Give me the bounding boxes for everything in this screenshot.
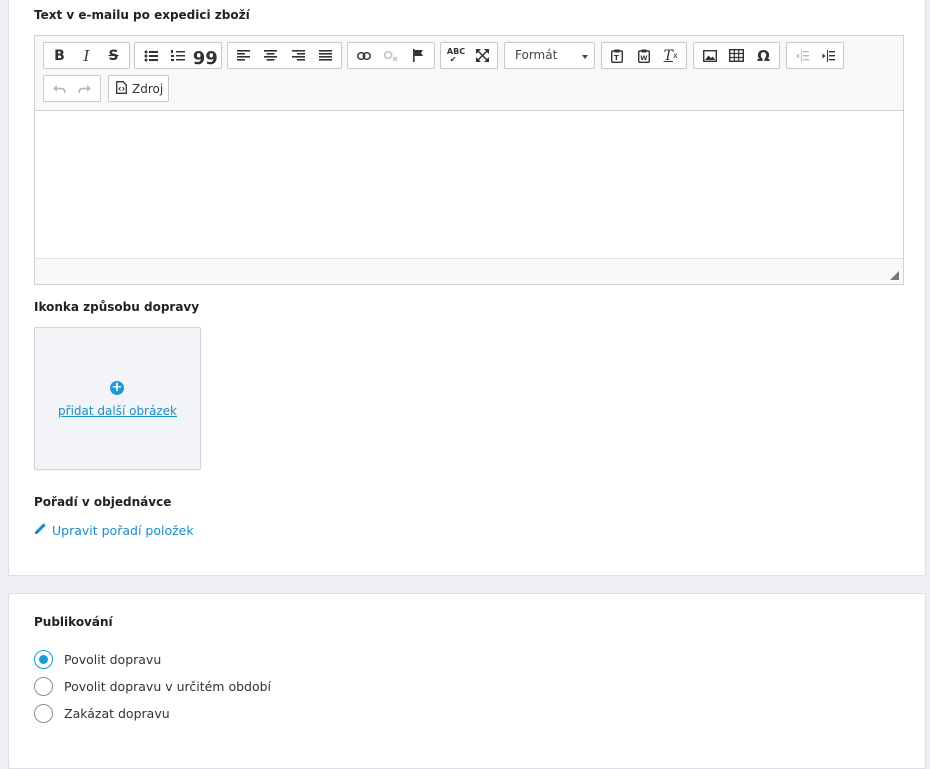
- publishing-panel: Publikování Povolit dopravu Povolit dopr…: [8, 593, 926, 769]
- maximize-icon[interactable]: [469, 44, 495, 67]
- toolbar-group-basic: B I S: [43, 42, 130, 69]
- toolbar-group-indent: [786, 42, 844, 69]
- strikethrough-icon[interactable]: S: [100, 44, 127, 67]
- toolbar-group-tools: ABC ✔: [440, 42, 498, 69]
- svg-text:T: T: [614, 54, 619, 62]
- source-button[interactable]: Zdroj: [108, 75, 169, 102]
- paste-word-icon[interactable]: W: [631, 44, 658, 67]
- editor-toolbar: B I S 99 ABC ✔ Formát T W T x Ω Zdroj: [35, 36, 903, 111]
- unlink-icon[interactable]: [377, 44, 404, 67]
- chevron-down-icon: [582, 55, 588, 59]
- radio-button[interactable]: [34, 677, 53, 696]
- toolbar-group-history: [43, 75, 101, 102]
- radio-option-disable[interactable]: Zakázat dopravu: [34, 704, 170, 723]
- resize-handle-icon[interactable]: [890, 271, 899, 280]
- spellcheck-icon[interactable]: ABC ✔: [443, 44, 469, 67]
- radio-label: Zakázat dopravu: [64, 706, 170, 721]
- publishing-label: Publikování: [34, 615, 113, 629]
- edit-order-link[interactable]: Upravit pořadí položek: [34, 522, 194, 538]
- editor-content-area[interactable]: [35, 111, 903, 258]
- toolbar-group-lists: 99: [134, 42, 222, 69]
- radio-option-enable-period[interactable]: Povolit dopravu v určitém období: [34, 677, 271, 696]
- toolbar-group-paste: T W Tx: [601, 42, 687, 69]
- format-dropdown[interactable]: Formát: [504, 42, 595, 69]
- align-left-icon[interactable]: [230, 44, 257, 67]
- shipping-settings-panel: Text v e-mailu po expedici zboží B I S 9…: [8, 0, 926, 576]
- align-right-icon[interactable]: [285, 44, 312, 67]
- special-char-icon[interactable]: Ω: [750, 44, 777, 67]
- paste-icon[interactable]: T: [604, 44, 631, 67]
- outdent-icon[interactable]: [789, 44, 815, 67]
- indent-icon[interactable]: [815, 44, 841, 67]
- radio-button[interactable]: [34, 704, 53, 723]
- blockquote-icon[interactable]: 99: [192, 44, 219, 68]
- radio-label: Povolit dopravu v určitém období: [64, 679, 272, 694]
- source-button-label: Zdroj: [132, 81, 164, 96]
- format-dropdown-label: Formát: [515, 48, 558, 62]
- add-circle-icon[interactable]: +: [110, 381, 124, 395]
- anchor-flag-icon[interactable]: [405, 44, 432, 67]
- pencil-icon: [34, 522, 47, 538]
- source-icon: [116, 80, 127, 97]
- edit-order-link-label: Upravit pořadí položek: [52, 522, 194, 538]
- numbered-list-icon[interactable]: [164, 44, 191, 67]
- redo-icon[interactable]: [72, 77, 98, 100]
- radio-button-checked[interactable]: [34, 650, 53, 669]
- radio-option-enable[interactable]: Povolit dopravu: [34, 650, 161, 669]
- bold-icon[interactable]: B: [46, 44, 73, 67]
- remove-format-icon[interactable]: Tx: [657, 44, 684, 67]
- link-icon[interactable]: [350, 44, 377, 67]
- align-center-icon[interactable]: [257, 44, 284, 67]
- email-text-label: Text v e-mailu po expedici zboží: [34, 8, 250, 22]
- toolbar-group-link: [347, 42, 435, 69]
- radio-label: Povolit dopravu: [64, 652, 162, 667]
- undo-icon[interactable]: [46, 77, 72, 100]
- editor-statusbar: [35, 258, 903, 284]
- italic-icon[interactable]: I: [73, 44, 100, 67]
- image-icon[interactable]: [696, 44, 723, 67]
- shipping-icon-label: Ikonka způsobu dopravy: [34, 300, 200, 314]
- image-upload-box[interactable]: + přidat další obrázek: [34, 327, 201, 470]
- add-image-link[interactable]: přidat další obrázek: [35, 404, 200, 418]
- svg-text:W: W: [640, 54, 647, 62]
- toolbar-group-insert: Ω: [693, 42, 780, 69]
- order-label: Pořadí v objednávce: [34, 495, 172, 509]
- justify-icon[interactable]: [312, 44, 339, 67]
- bullet-list-icon[interactable]: [137, 44, 164, 67]
- table-icon[interactable]: [723, 44, 750, 67]
- rich-text-editor: B I S 99 ABC ✔ Formát T W T x Ω Zdroj: [34, 35, 904, 285]
- toolbar-group-align: [227, 42, 342, 69]
